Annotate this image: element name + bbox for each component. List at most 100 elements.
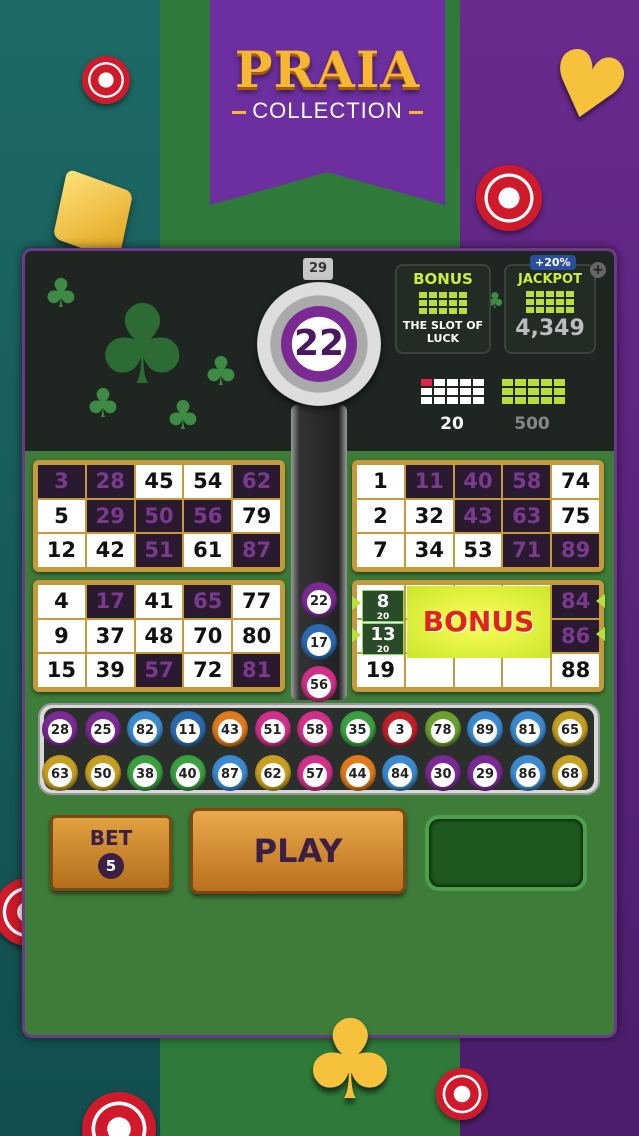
add-button[interactable]: + [590, 262, 606, 278]
bingo-ball: 11 [169, 711, 206, 747]
bingo-ball: 43 [212, 711, 248, 747]
bingo-cell: 4 [38, 585, 85, 618]
bingo-cell: 48 [135, 619, 183, 653]
bingo-cell: 1 [357, 465, 404, 498]
bingo-cell: 7 [357, 534, 404, 567]
jackpot-value: 4,349 [515, 316, 585, 341]
bet-button[interactable]: BET 5 [50, 815, 172, 891]
bingo-cell [503, 654, 551, 687]
bingo-cell: 9 [38, 619, 85, 653]
poker-chip-icon [476, 165, 542, 231]
bingo-cell: 3 [38, 465, 85, 498]
bingo-cell: 61 [184, 534, 232, 567]
bingo-ball: 56 [301, 666, 337, 702]
bingo-cell: 41 [135, 585, 183, 618]
club-icon: ♣ [85, 381, 121, 427]
arrow-right-icon [352, 628, 361, 642]
bingo-cell: 81 [233, 654, 280, 687]
bingo-ball: 25 [84, 711, 121, 747]
club-icon: ♣ [165, 393, 201, 439]
bingo-cell: 17 [86, 585, 134, 618]
bingo-cell: 11 [405, 465, 453, 498]
gold-club-icon: ♣ [300, 996, 400, 1124]
bingo-cell [405, 654, 453, 687]
bonus-mini-grid [397, 292, 489, 314]
jackpot-box[interactable]: JACKPOT 4,349 [504, 264, 596, 354]
bingo-card-3[interactable]: 4 17 41 65 77 9 37 48 70 80 15 39 57 72 81 [33, 580, 285, 692]
bingo-cell: 80 [233, 619, 280, 653]
logo-title: PRAIA [234, 40, 421, 99]
arrow-right-icon [352, 596, 361, 610]
pattern-value-1: 20 [440, 414, 464, 434]
club-icon: ♣ [43, 271, 79, 317]
bingo-cell: 71 [503, 534, 551, 567]
bingo-cell: 77 [233, 585, 280, 618]
bingo-cell: 5 [38, 499, 85, 533]
bingo-cell: 34 [405, 534, 453, 567]
bingo-ball: 35 [339, 711, 376, 747]
bingo-cell: 79 [233, 499, 280, 533]
bingo-ball: 17 [301, 624, 337, 660]
bingo-cell [454, 654, 502, 687]
jackpot-badge: +20% [530, 255, 576, 270]
bingo-cell: 2 [357, 499, 404, 533]
pattern-value-2: 500 [514, 414, 550, 434]
arrow-left-icon [596, 627, 605, 641]
bingo-ball: 68 [552, 755, 588, 791]
arrow-left-icon [596, 594, 605, 608]
bonus-subtitle: THE SLOT OF LUCK [402, 319, 484, 345]
bingo-cell: 15 [38, 654, 85, 687]
bingo-ball: 28 [42, 711, 78, 747]
bingo-card-2[interactable]: 1 11 40 58 74 2 32 43 63 75 7 34 53 71 89 [352, 460, 604, 572]
bingo-cell: 29 [86, 499, 134, 533]
ball-counter: 29 [303, 258, 333, 280]
bingo-ball: 29 [467, 755, 503, 791]
bonus-overlay: BONUS [407, 586, 550, 658]
bingo-ball: 51 [254, 711, 291, 747]
pattern-grid-1 [421, 379, 484, 404]
bingo-ball: 57 [297, 755, 333, 791]
bingo-ball: 82 [127, 711, 163, 747]
bingo-cell: 75 [552, 499, 599, 533]
bingo-ball: 63 [42, 755, 78, 791]
bingo-cell: 70 [184, 619, 232, 653]
bingo-card-1[interactable]: 3 28 45 54 62 5 29 50 56 79 12 42 51 61 87 [33, 460, 285, 572]
bingo-cell: 51 [135, 534, 183, 567]
bingo-cell: 50 [135, 499, 183, 533]
bingo-ball: 58 [297, 711, 333, 747]
bet-label: BET [89, 826, 133, 850]
bingo-ball: 62 [254, 755, 291, 791]
near-win-cell: 13 20 [362, 623, 404, 655]
bingo-ball: 22 [301, 582, 337, 618]
bingo-cell: 63 [503, 499, 551, 533]
bingo-ball: 87 [212, 755, 248, 791]
auto-button[interactable] [425, 815, 587, 891]
bingo-cell: 53 [454, 534, 502, 567]
bonus-box[interactable]: BONUS THE SLOT OF LUCK [395, 264, 491, 354]
club-icon: ♣ [203, 349, 239, 395]
bingo-ball: 38 [127, 755, 163, 791]
bingo-cell: 40 [454, 465, 502, 498]
bingo-cell: 54 [184, 465, 232, 498]
bingo-ball: 50 [84, 755, 121, 791]
jackpot-mini-grid [506, 291, 594, 313]
bingo-cell: 45 [135, 465, 183, 498]
bingo-ball: 40 [169, 755, 206, 791]
bingo-cell: 19 [357, 654, 404, 687]
bingo-cell: 74 [552, 465, 599, 498]
logo-subtitle: COLLECTION [210, 98, 445, 124]
near-win-cell: 8 20 [362, 590, 404, 622]
bingo-cell: 39 [86, 654, 134, 687]
bingo-ball: 78 [424, 711, 461, 747]
bingo-ball: 65 [552, 711, 588, 747]
bingo-ball: 81 [509, 711, 546, 747]
bingo-cell: 58 [503, 465, 551, 498]
bet-value: 5 [98, 853, 124, 879]
play-button[interactable]: PLAY [190, 808, 406, 894]
bingo-cell: 32 [405, 499, 453, 533]
bingo-ball: 3 [382, 711, 418, 747]
bonus-label: BONUS [413, 270, 473, 288]
bingo-cell: 89 [552, 534, 599, 567]
bingo-cell: 87 [233, 534, 280, 567]
poker-chip-icon [82, 56, 130, 104]
